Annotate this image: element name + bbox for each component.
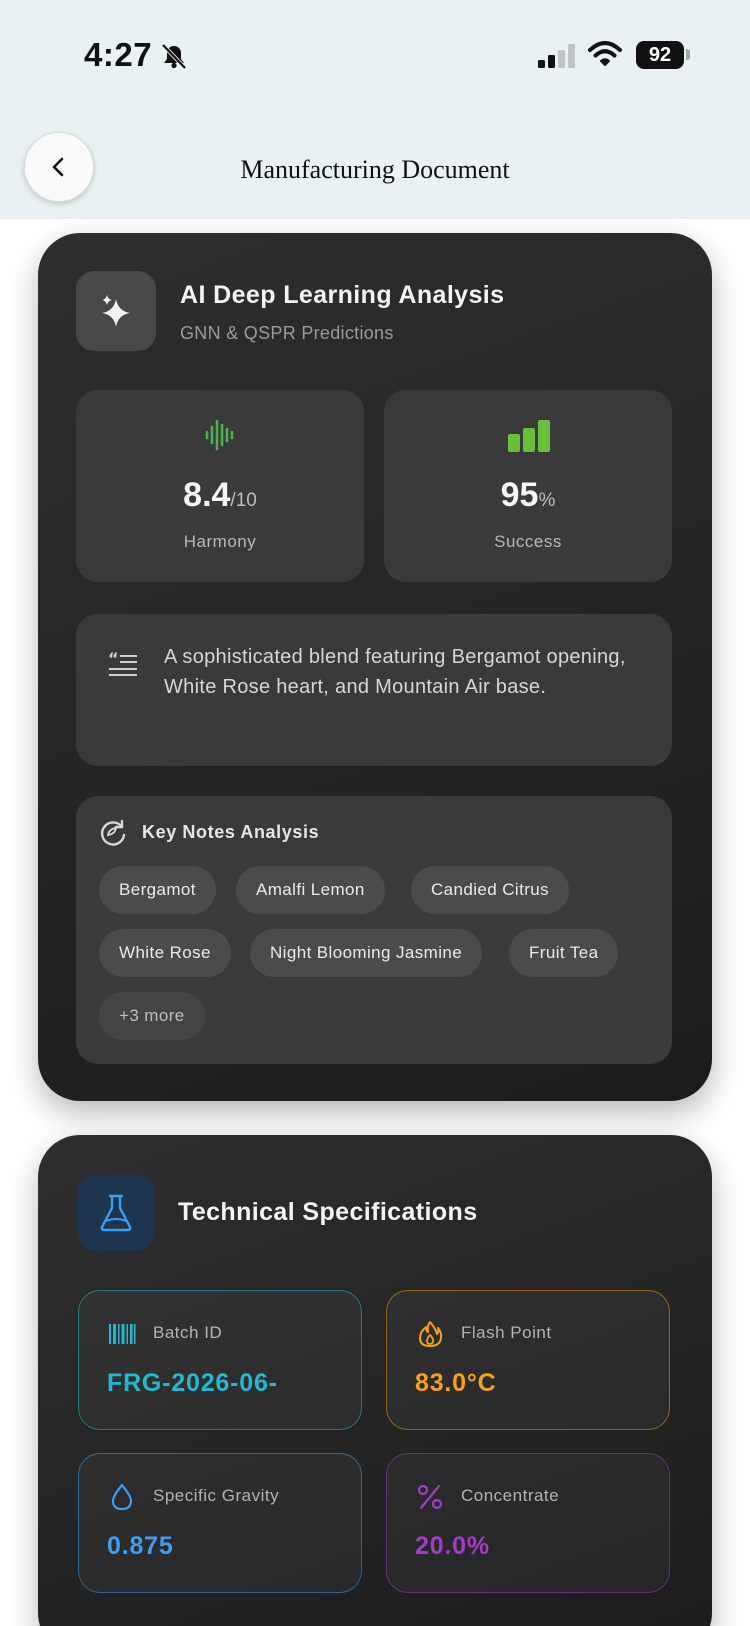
harmony-unit: /10 — [230, 490, 257, 511]
harmony-label: Harmony — [183, 532, 257, 551]
harmony-metric: 8.4/10 Harmony — [76, 390, 364, 582]
flash-point-spec: Flash Point 83.0°C — [386, 1290, 670, 1430]
cellular-signal-icon — [538, 44, 575, 68]
note-chip[interactable]: Amalfi Lemon — [236, 866, 385, 914]
wifi-icon — [588, 41, 622, 66]
flash-point-label: Flash Point — [461, 1323, 552, 1342]
sparkles-icon — [102, 295, 130, 327]
specific-gravity-spec: Specific Gravity 0.875 — [78, 1453, 362, 1593]
bar-chart-icon — [508, 420, 550, 452]
technical-specs-card: Technical Specifications Batch ID FRG-20… — [38, 1135, 712, 1626]
flame-icon — [419, 1321, 443, 1347]
tech-card-title: Technical Specifications — [178, 1198, 478, 1226]
flask-icon — [100, 1194, 132, 1232]
ai-card-subtitle: GNN & QSPR Predictions — [180, 323, 394, 343]
ai-icon-box — [76, 271, 156, 351]
success-score: 95 — [500, 476, 539, 514]
key-notes-panel: Key Notes Analysis Bergamot Amalfi Lemon… — [76, 796, 672, 1064]
status-time: 4:27 — [84, 36, 153, 73]
flask-icon-box — [78, 1175, 154, 1251]
droplet-icon — [111, 1483, 133, 1511]
page-title: Manufacturing Document — [240, 155, 510, 184]
bell-off-icon — [161, 43, 187, 70]
harmony-score: 8.4 — [183, 476, 231, 514]
note-chip[interactable]: Candied Citrus — [411, 866, 570, 914]
concentrate-label: Concentrate — [461, 1486, 560, 1505]
concentrate-value: 20.0% — [415, 1532, 490, 1560]
concentrate-spec: Concentrate 20.0% — [386, 1453, 670, 1593]
batch-id-spec: Batch ID FRG-2026-06- — [78, 1290, 362, 1430]
battery-nub — [686, 49, 690, 60]
refresh-analysis-icon — [100, 819, 126, 846]
barcode-icon — [109, 1324, 136, 1344]
key-notes-title: Key Notes Analysis — [142, 822, 320, 842]
quote-text-icon: “ — [108, 650, 137, 676]
svg-text:“: “ — [108, 650, 119, 668]
more-notes-chip[interactable]: +3 more — [99, 992, 205, 1040]
success-unit: % — [538, 490, 556, 511]
battery-indicator: 92 — [636, 41, 684, 69]
note-chip[interactable]: Fruit Tea — [509, 929, 619, 977]
percent-icon — [417, 1484, 443, 1510]
batch-id-label: Batch ID — [153, 1323, 223, 1342]
note-chip[interactable]: Night Blooming Jasmine — [250, 929, 483, 977]
note-chip[interactable]: White Rose — [99, 929, 231, 977]
note-chip[interactable]: Bergamot — [99, 866, 216, 914]
description-panel: “ A sophisticated blend featuring Bergam… — [76, 614, 672, 766]
success-value: 95% — [384, 476, 672, 515]
success-label: Success — [494, 532, 562, 551]
header-area: 4:27 92 Manufacturing Document — [0, 0, 750, 219]
ai-card-title: AI Deep Learning Analysis — [180, 281, 505, 309]
specific-gravity-value: 0.875 — [107, 1532, 174, 1560]
harmony-value: 8.4/10 — [76, 476, 364, 515]
waveform-icon — [205, 419, 234, 451]
batch-id-value: FRG-2026-06- — [107, 1369, 278, 1397]
description-text: A sophisticated blend featuring Bergamot… — [164, 646, 626, 698]
specific-gravity-label: Specific Gravity — [153, 1486, 280, 1505]
success-metric: 95% Success — [384, 390, 672, 582]
ai-analysis-card: AI Deep Learning Analysis GNN & QSPR Pre… — [38, 233, 712, 1101]
flash-point-value: 83.0°C — [415, 1369, 497, 1397]
